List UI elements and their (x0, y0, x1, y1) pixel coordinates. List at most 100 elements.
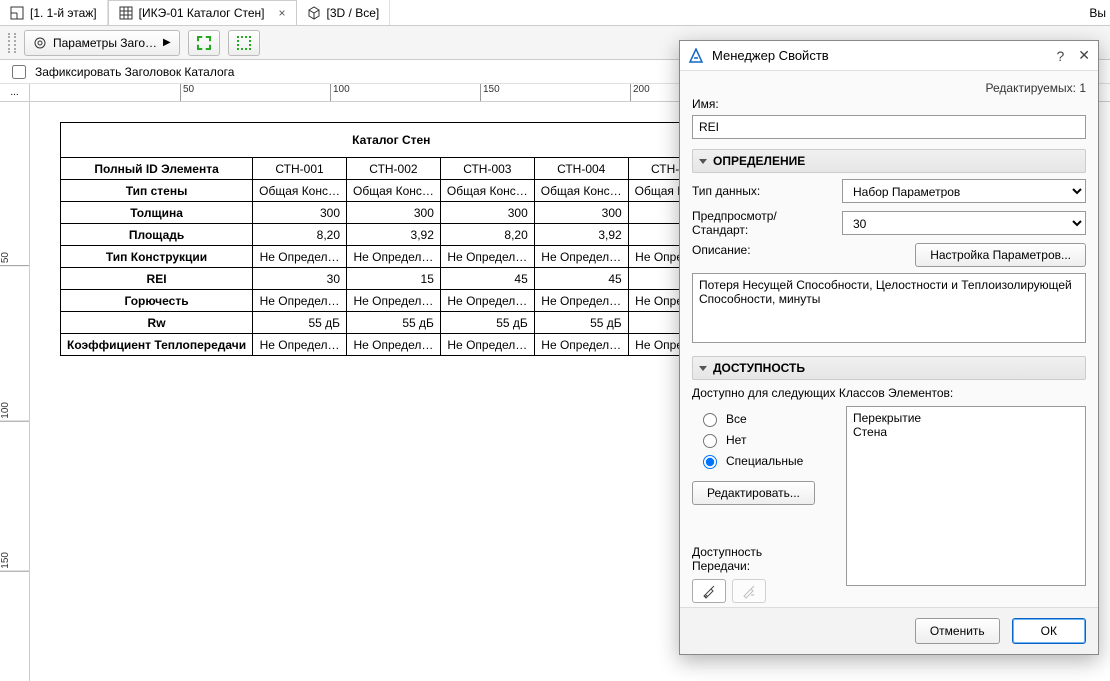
row-header: Площадь (61, 224, 253, 246)
tab-label: [3D / Все] (327, 6, 380, 20)
table-cell[interactable]: Не Определ… (347, 290, 441, 312)
avail-for-label: Доступно для следующих Классов Элементов… (692, 386, 1086, 400)
table-cell[interactable]: 300 (253, 202, 347, 224)
ok-button[interactable]: ОК (1012, 618, 1086, 644)
table-cell[interactable]: Не Определ… (253, 334, 347, 356)
table-cell[interactable]: Не Определ… (347, 334, 441, 356)
ruler-tick: 150 (480, 84, 500, 101)
radio-special[interactable]: Специальные (698, 452, 832, 469)
table-cell[interactable]: СТН-003 (440, 158, 534, 180)
ruler-corner[interactable]: ... (0, 84, 30, 102)
table-cell[interactable]: 3,92 (534, 224, 628, 246)
table-cell[interactable]: 55 дБ (347, 312, 441, 334)
name-label: Имя: (692, 97, 1086, 111)
pipette-apply-button[interactable] (732, 579, 766, 603)
tab-label: [1. 1-й этаж] (30, 6, 97, 20)
table-cell[interactable]: СТН-004 (534, 158, 628, 180)
edit-classes-button[interactable]: Редактировать... (692, 481, 815, 505)
classes-listbox[interactable]: Перекрытие Стена (846, 406, 1086, 586)
table-cell[interactable]: Не Определ… (253, 246, 347, 268)
tab-3d[interactable]: [3D / Все] (297, 0, 391, 25)
list-item[interactable]: Перекрытие (853, 411, 1079, 425)
help-icon[interactable]: ? (1056, 48, 1064, 64)
table-cell[interactable]: 45 (440, 268, 534, 290)
description-textarea[interactable]: Потеря Несущей Способности, Целостности … (692, 273, 1086, 343)
collapse-icon (699, 366, 707, 371)
row-header: Тип Конструкции (61, 246, 253, 268)
table-cell[interactable]: 300 (347, 202, 441, 224)
table-cell[interactable]: 8,20 (253, 224, 347, 246)
list-item[interactable]: Стена (853, 425, 1079, 439)
name-input[interactable] (692, 115, 1086, 139)
table-cell[interactable]: Не Определ… (253, 290, 347, 312)
collapse-icon (699, 159, 707, 164)
row-header: Rw (61, 312, 253, 334)
table-cell[interactable]: 55 дБ (534, 312, 628, 334)
table-cell[interactable]: Не Определ… (347, 246, 441, 268)
property-manager-dialog: Менеджер Свойств ? ✕ Редактируемых: 1 Им… (679, 40, 1099, 655)
table-cell[interactable]: СТН-001 (253, 158, 347, 180)
table-cell[interactable]: 8,20 (440, 224, 534, 246)
tab-floor1[interactable]: [1. 1-й этаж] (0, 0, 108, 25)
section-definition[interactable]: ОПРЕДЕЛЕНИЕ (692, 149, 1086, 173)
radio-all[interactable]: Все (698, 410, 832, 427)
datatype-select[interactable]: Набор Параметров (842, 179, 1086, 203)
datatype-label: Тип данных: (692, 184, 832, 198)
table-cell[interactable]: Общая Конс… (440, 180, 534, 202)
table-cell[interactable]: Не Определ… (440, 290, 534, 312)
table-cell[interactable]: Не Определ… (534, 246, 628, 268)
button-label: Параметры Заго… (53, 36, 157, 50)
table-cell[interactable]: Общая Конс… (253, 180, 347, 202)
header-params-button[interactable]: Параметры Заго… ▶ (24, 30, 180, 56)
table-cell[interactable]: 30 (253, 268, 347, 290)
ruler-tick: 100 (0, 402, 29, 422)
table-cell[interactable]: Не Определ… (534, 334, 628, 356)
table-cell[interactable]: 55 дБ (440, 312, 534, 334)
cancel-button[interactable]: Отменить (915, 618, 1000, 644)
table-cell[interactable]: Не Определ… (440, 246, 534, 268)
description-label: Описание: (692, 243, 832, 257)
fit-button-2[interactable] (228, 30, 260, 56)
cube-icon (307, 6, 321, 20)
close-icon[interactable]: ✕ (1078, 47, 1090, 64)
table-cell[interactable]: 300 (440, 202, 534, 224)
fit-button-1[interactable] (188, 30, 220, 56)
ruler-tick: 100 (330, 84, 350, 101)
schedule-icon (119, 6, 133, 20)
row-header: REI (61, 268, 253, 290)
table-cell[interactable]: Общая Конс… (534, 180, 628, 202)
document-tabs: [1. 1-й этаж] [ИКЭ-01 Каталог Стен] × [3… (0, 0, 1110, 26)
gear-icon (33, 36, 47, 50)
app-logo-icon (688, 48, 704, 64)
table-cell[interactable]: Не Определ… (440, 334, 534, 356)
table-cell[interactable]: СТН-002 (347, 158, 441, 180)
grip-icon[interactable] (8, 33, 16, 53)
configure-params-button[interactable]: Настройка Параметров... (915, 243, 1086, 267)
fix-header-checkbox[interactable] (12, 65, 26, 79)
section-availability[interactable]: ДОСТУПНОСТЬ (692, 356, 1086, 380)
radio-none[interactable]: Нет (698, 431, 832, 448)
dialog-titlebar[interactable]: Менеджер Свойств ? ✕ (680, 41, 1098, 71)
table-cell[interactable]: 15 (347, 268, 441, 290)
ruler-tick: 200 (630, 84, 650, 101)
dialog-title: Менеджер Свойств (712, 48, 829, 63)
pipette-pick-button[interactable] (692, 579, 726, 603)
row-header: Толщина (61, 202, 253, 224)
close-icon[interactable]: × (279, 6, 286, 20)
table-cell[interactable]: 45 (534, 268, 628, 290)
table-cell[interactable]: 300 (534, 202, 628, 224)
table-cell[interactable]: Не Определ… (534, 290, 628, 312)
table-cell[interactable]: 3,92 (347, 224, 441, 246)
tab-catalog[interactable]: [ИКЭ-01 Каталог Стен] × (108, 0, 297, 25)
table-cell[interactable]: 55 дБ (253, 312, 347, 334)
section-label: ДОСТУПНОСТЬ (713, 361, 805, 375)
row-header: Тип стены (61, 180, 253, 202)
vertical-ruler[interactable]: 50 100 150 (0, 102, 30, 681)
row-header: Коэффициент Теплопередачи (61, 334, 253, 356)
frame-icon (197, 36, 211, 50)
row-header: Полный ID Элемента (61, 158, 253, 180)
table-cell[interactable]: Общая Конс… (347, 180, 441, 202)
table-title: Каталог Стен (61, 123, 723, 158)
preview-select[interactable]: 30 (842, 211, 1086, 235)
editable-count: Редактируемых: 1 (692, 81, 1086, 95)
